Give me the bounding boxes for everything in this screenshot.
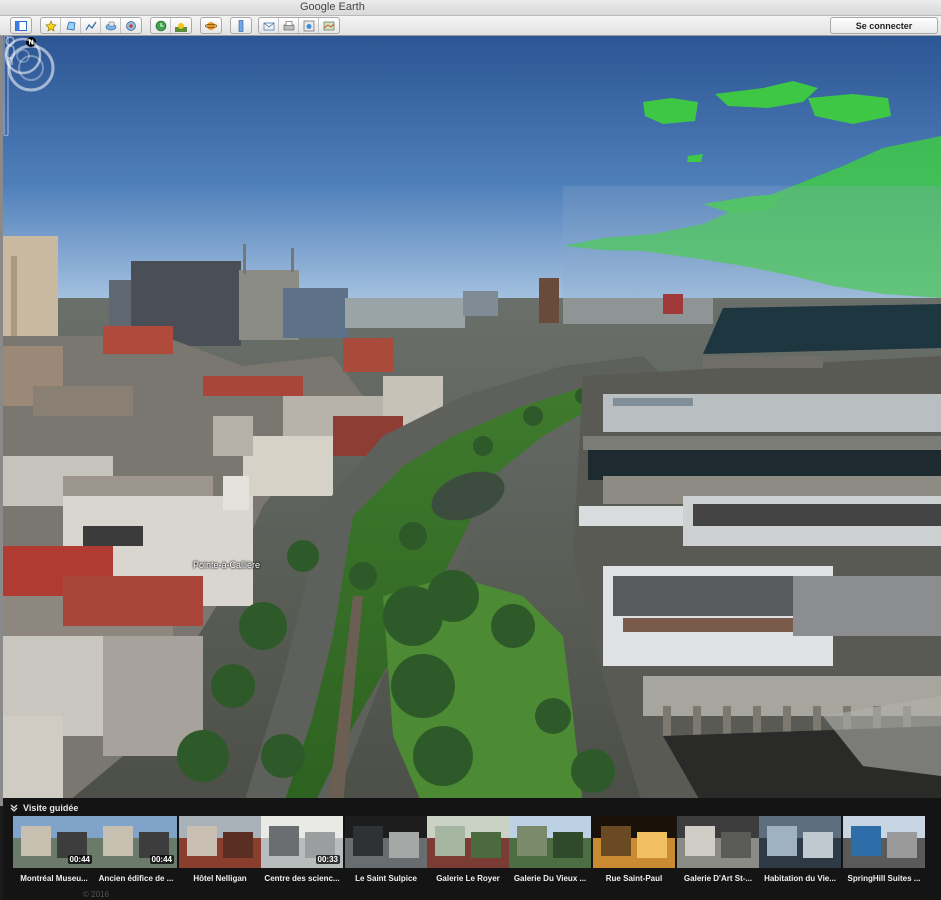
tour-item-caption: Galerie Du Vieux ... <box>513 874 587 883</box>
maps-button[interactable] <box>319 18 339 33</box>
tour-item[interactable]: Le Saint Sulpice <box>345 816 427 900</box>
tour-item-duration: 00:33 <box>315 855 340 864</box>
share-tools-group <box>258 17 340 34</box>
tour-thumbnail-strip: 00:44 Montréal Museu... 00:44 Ancien édific… <box>3 816 941 900</box>
tour-item-caption: Montréal Museu... <box>20 874 88 883</box>
earth-3d-scene <box>3 36 941 806</box>
image-overlay-icon <box>105 21 116 30</box>
tour-item-caption: Hôtel Nelligan <box>193 874 247 883</box>
planets-icon <box>205 21 217 30</box>
placemark-icon <box>44 19 57 32</box>
save-image-button[interactable] <box>299 18 319 33</box>
tour-item-caption: Le Saint Sulpice <box>355 874 417 883</box>
old-port-buildings <box>573 356 941 806</box>
tour-item-caption: Habitation du Vie... <box>764 874 836 883</box>
sign-in-button[interactable]: Se connecter <box>830 17 938 34</box>
tour-item-thumbnail <box>677 816 759 868</box>
sun-icon <box>175 22 187 32</box>
record-tour-icon <box>126 20 136 31</box>
sun-button[interactable] <box>171 18 191 33</box>
toolbar: Se connecter <box>0 16 941 36</box>
ruler-button[interactable] <box>230 17 252 34</box>
tour-item-caption: Centre des scienc... <box>264 874 340 883</box>
path-icon <box>84 21 96 30</box>
save-image-icon <box>303 20 314 31</box>
ruler-icon <box>238 19 244 32</box>
tour-item-caption: SpringHill Suites ... <box>847 874 921 883</box>
print-icon <box>283 20 294 30</box>
tour-item-duration: 00:44 <box>67 855 92 864</box>
tour-item[interactable]: Habitation du Vie... <box>759 816 841 900</box>
tour-item-thumbnail <box>345 816 427 868</box>
add-tools-group <box>40 17 142 34</box>
chevron-down-icon <box>10 804 18 812</box>
tour-panel-title: Visite guidée <box>23 803 79 813</box>
record-tour-button[interactable] <box>121 18 141 33</box>
maps-icon <box>323 21 335 30</box>
view-tools-group <box>150 17 192 34</box>
email-button[interactable] <box>259 18 279 33</box>
historical-imagery-button[interactable] <box>151 18 171 33</box>
historical-imagery-icon <box>155 20 166 31</box>
add-path-button[interactable] <box>81 18 101 33</box>
tour-item[interactable]: Galerie D'Art St-... <box>677 816 759 900</box>
tour-item-thumbnail <box>759 816 841 868</box>
zoom-slider[interactable] <box>3 36 9 136</box>
sidebar-toggle-icon <box>15 20 27 31</box>
google-earth-window: Google Earth Se connecter Pointe-à-Calli… <box>0 0 941 900</box>
tour-item[interactable]: Rue Saint-Paul <box>593 816 675 900</box>
tour-panel: Visite guidée 00:44 Montréal Museu... 00:4… <box>3 798 941 900</box>
tour-item[interactable]: Hôtel Nelligan <box>179 816 261 900</box>
tour-item[interactable]: Galerie Du Vieux ... <box>509 816 591 900</box>
print-button[interactable] <box>279 18 299 33</box>
tour-item-thumbnail <box>593 816 675 868</box>
tour-item-thumbnail <box>427 816 509 868</box>
place-label-pointe-a-calliere[interactable]: Pointe-à-Callière <box>193 560 260 570</box>
tour-item-caption: Galerie D'Art St-... <box>683 874 753 883</box>
tour-item-duration: 00:44 <box>149 855 174 864</box>
window-title: Google Earth <box>300 1 365 13</box>
tour-item[interactable]: 00:44 Montréal Museu... <box>13 816 95 900</box>
tour-item[interactable]: 00:44 Ancien édifice de ... <box>95 816 177 900</box>
tour-item[interactable]: SpringHill Suites ... <box>843 816 925 900</box>
add-image-overlay-button[interactable] <box>101 18 121 33</box>
imagery-copyright: © 2016 <box>83 890 109 899</box>
tour-item-thumbnail <box>843 816 925 868</box>
earth-3d-view[interactable]: Pointe-à-Callière N <box>0 36 941 806</box>
river <box>703 304 941 354</box>
tour-item-thumbnail <box>509 816 591 868</box>
tour-item-caption: Galerie Le Royer <box>436 874 500 883</box>
polygon-icon <box>65 21 75 30</box>
planets-button[interactable] <box>200 17 222 34</box>
tour-item-caption: Ancien édifice de ... <box>98 874 174 883</box>
tour-item[interactable]: Galerie Le Royer <box>427 816 509 900</box>
tour-panel-header[interactable]: Visite guidée <box>9 801 78 815</box>
add-placemark-button[interactable] <box>41 18 61 33</box>
tour-item-caption: Rue Saint-Paul <box>605 874 663 883</box>
add-polygon-button[interactable] <box>61 18 81 33</box>
title-bar: Google Earth <box>0 0 941 16</box>
tour-item-thumbnail <box>179 816 261 868</box>
tour-item[interactable]: 00:33 Centre des scienc... <box>261 816 343 900</box>
sidebar-toggle-button[interactable] <box>10 17 32 34</box>
email-icon <box>263 22 274 30</box>
